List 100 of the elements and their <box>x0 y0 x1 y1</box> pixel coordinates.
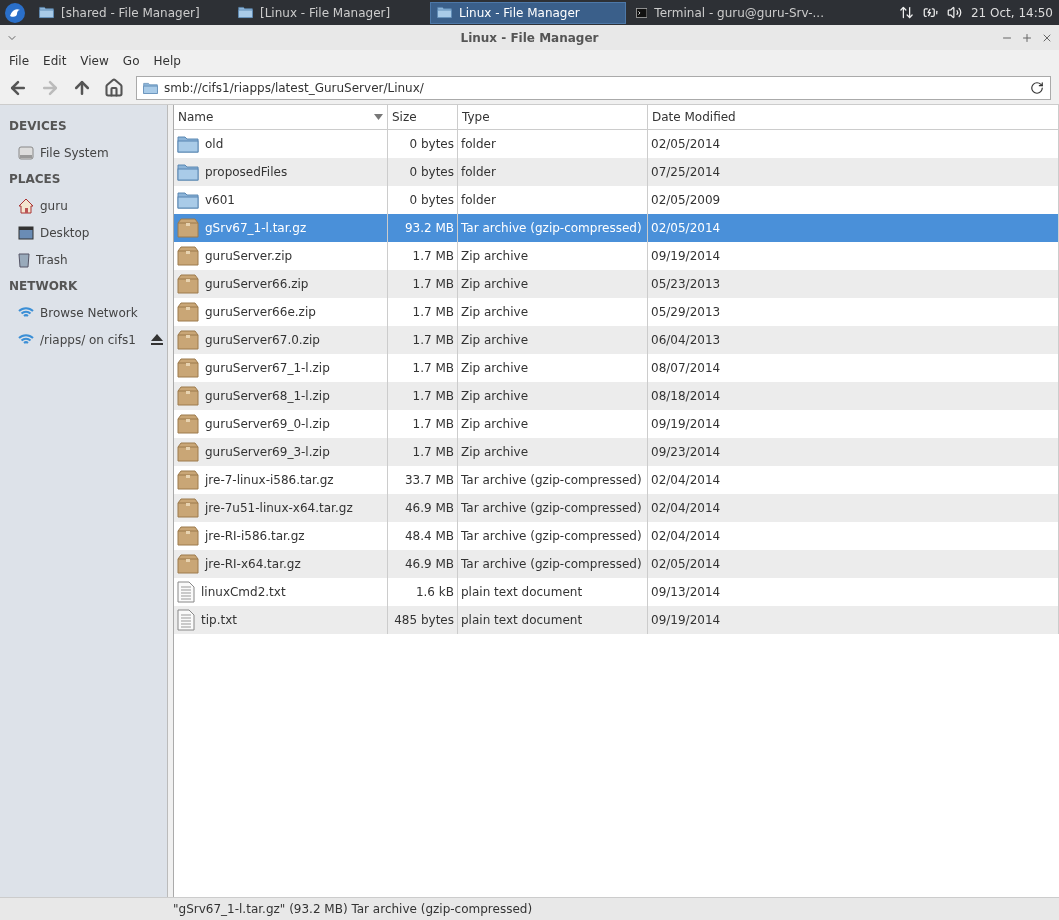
battery-icon[interactable] <box>922 5 938 20</box>
folder-icon <box>143 81 158 95</box>
file-name: v601 <box>205 193 235 207</box>
column-header[interactable]: Size <box>392 110 417 124</box>
file-date: 05/29/2013 <box>651 305 721 319</box>
file-type: Zip archive <box>461 389 529 403</box>
file-type: folder <box>461 137 496 151</box>
file-date: 09/19/2014 <box>651 417 721 431</box>
file-size: 0 bytes <box>409 193 454 207</box>
drive-icon <box>18 144 34 161</box>
box-icon <box>177 498 199 518</box>
folder-icon <box>177 163 199 181</box>
file-size: 1.7 MB <box>412 333 454 347</box>
file-name: jre-7u51-linux-x64.tar.gz <box>205 501 353 515</box>
file-row[interactable]: guruServer67_1-l.zip 1.7 MB Zip archive 08/07/2014 <box>174 354 1059 382</box>
taskbar-button[interactable]: Linux - File Manager <box>430 1 626 24</box>
file-date: 07/25/2014 <box>651 165 721 179</box>
file-row[interactable]: guruServer69_0-l.zip 1.7 MB Zip archive 09/19/2014 <box>174 410 1059 438</box>
sort-icon[interactable] <box>374 114 383 120</box>
file-size: 33.7 MB <box>404 473 454 487</box>
file-date: 02/05/2014 <box>651 557 721 571</box>
file-type: folder <box>461 193 496 207</box>
network-icon[interactable] <box>898 5 914 20</box>
reload-icon[interactable] <box>1030 81 1044 95</box>
file-row[interactable]: tip.txt 485 bytes plain text document 09/19/2014 <box>174 606 1059 634</box>
folder-icon <box>177 135 199 153</box>
box-icon <box>177 414 199 434</box>
file-row[interactable]: jre-RI-x64.tar.gz 46.9 MB Tar archive (gzip-compressed) 02/05/2014 <box>174 550 1059 578</box>
file-size: 48.4 MB <box>404 529 454 543</box>
app-menu-icon[interactable] <box>4 1 26 24</box>
file-type: folder <box>461 165 496 179</box>
file-row[interactable]: proposedFiles 0 bytes folder 07/25/2014 <box>174 158 1059 186</box>
eject-icon[interactable] <box>151 334 163 345</box>
document-icon <box>177 609 195 631</box>
file-name: guruServer66e.zip <box>205 305 316 319</box>
wifi-icon <box>18 333 34 346</box>
file-type: plain text document <box>461 613 583 627</box>
sidebar-item[interactable]: /riapps/ on cifs1 <box>40 332 145 347</box>
volume-icon[interactable] <box>946 5 962 20</box>
sidebar-item[interactable]: Browse Network <box>40 305 167 320</box>
file-type: Tar archive (gzip-compressed) <box>461 221 642 235</box>
menu-item[interactable]: File <box>2 54 37 68</box>
file-row[interactable]: guruServer66e.zip 1.7 MB Zip archive 05/29/2013 <box>174 298 1059 326</box>
file-size: 1.7 MB <box>412 417 454 431</box>
column-header[interactable]: Date Modified <box>652 110 736 124</box>
menu-item[interactable]: Edit <box>36 54 74 68</box>
file-type: Zip archive <box>461 445 529 459</box>
file-row[interactable]: linuxCmd2.txt 1.6 kB plain text document 09/13/2014 <box>174 578 1059 606</box>
file-name: old <box>205 137 224 151</box>
file-name: guruServer68_1-l.zip <box>205 389 330 403</box>
menu-item[interactable]: Go <box>115 54 147 68</box>
file-type: Zip archive <box>461 361 529 375</box>
maximize-icon[interactable] <box>1021 31 1033 44</box>
desktop-icon <box>18 225 34 240</box>
file-row[interactable]: v601 0 bytes folder 02/05/2009 <box>174 186 1059 214</box>
file-row[interactable]: guruServer66.zip 1.7 MB Zip archive 05/23/2013 <box>174 270 1059 298</box>
file-name: gSrv67_1-l.tar.gz <box>205 221 307 235</box>
sidebar-item[interactable]: File System <box>40 145 167 160</box>
file-row[interactable]: guruServer68_1-l.zip 1.7 MB Zip archive 08/18/2014 <box>174 382 1059 410</box>
file-type: Zip archive <box>461 305 529 319</box>
file-size: 93.2 MB <box>404 221 454 235</box>
location-bar[interactable]: smb://cifs1/riapps/latest_GuruServer/Linux/ <box>136 76 1051 100</box>
file-row[interactable]: guruServer.zip 1.7 MB Zip archive 09/19/2014 <box>174 242 1059 270</box>
file-type: Tar archive (gzip-compressed) <box>461 529 642 543</box>
file-date: 09/23/2014 <box>651 445 721 459</box>
file-date: 02/04/2014 <box>651 473 721 487</box>
file-row[interactable]: jre-7u51-linux-x64.tar.gz 46.9 MB Tar archive (gzip-compressed) 02/04/2014 <box>174 494 1059 522</box>
back-icon[interactable] <box>8 78 28 98</box>
terminal-icon <box>636 6 648 19</box>
box-icon <box>177 302 199 322</box>
file-name: guruServer.zip <box>205 249 293 263</box>
file-row[interactable]: jre-7-linux-i586.tar.gz 33.7 MB Tar archive (gzip-compressed) 02/04/2014 <box>174 466 1059 494</box>
home-icon <box>18 197 34 214</box>
file-name: proposedFiles <box>205 165 288 179</box>
up-icon[interactable] <box>72 78 92 98</box>
sidebar-item[interactable]: guru <box>40 198 167 213</box>
file-row[interactable]: guruServer67.0.zip 1.7 MB Zip archive 06/04/2013 <box>174 326 1059 354</box>
column-header[interactable]: Type <box>462 110 490 124</box>
taskbar-button[interactable]: Terminal - guru@guru-Srv-... <box>629 1 825 24</box>
box-icon <box>177 554 199 574</box>
menu-item[interactable]: View <box>73 54 116 68</box>
status-text: "gSrv67_1-l.tar.gz" (93.2 MB) Tar archive (gzip-compressed) <box>173 902 533 916</box>
menu-item[interactable]: Help <box>146 54 188 68</box>
clock[interactable]: 21 Oct, 14:50 <box>970 5 1053 20</box>
file-row[interactable]: guruServer69_3-l.zip 1.7 MB Zip archive 09/23/2014 <box>174 438 1059 466</box>
sidebar-item[interactable]: Desktop <box>40 225 167 240</box>
file-name: guruServer67_1-l.zip <box>205 361 330 375</box>
file-date: 02/05/2009 <box>651 193 721 207</box>
sidebar-heading: NETWORK <box>8 278 79 295</box>
file-date: 09/19/2014 <box>651 613 721 627</box>
taskbar-button[interactable]: [Linux - File Manager] <box>231 1 427 24</box>
taskbar-button[interactable]: [shared - File Manager] <box>32 1 228 24</box>
column-header[interactable]: Name <box>178 110 214 124</box>
file-size: 46.9 MB <box>404 501 454 515</box>
file-row[interactable]: old 0 bytes folder 02/05/2014 <box>174 130 1059 158</box>
file-row[interactable]: jre-RI-i586.tar.gz 48.4 MB Tar archive (gzip-compressed) 02/04/2014 <box>174 522 1059 550</box>
file-name: jre-RI-x64.tar.gz <box>205 557 301 571</box>
home-icon[interactable] <box>104 78 124 98</box>
file-size: 0 bytes <box>409 137 454 151</box>
sidebar-item[interactable]: Trash <box>36 252 167 267</box>
